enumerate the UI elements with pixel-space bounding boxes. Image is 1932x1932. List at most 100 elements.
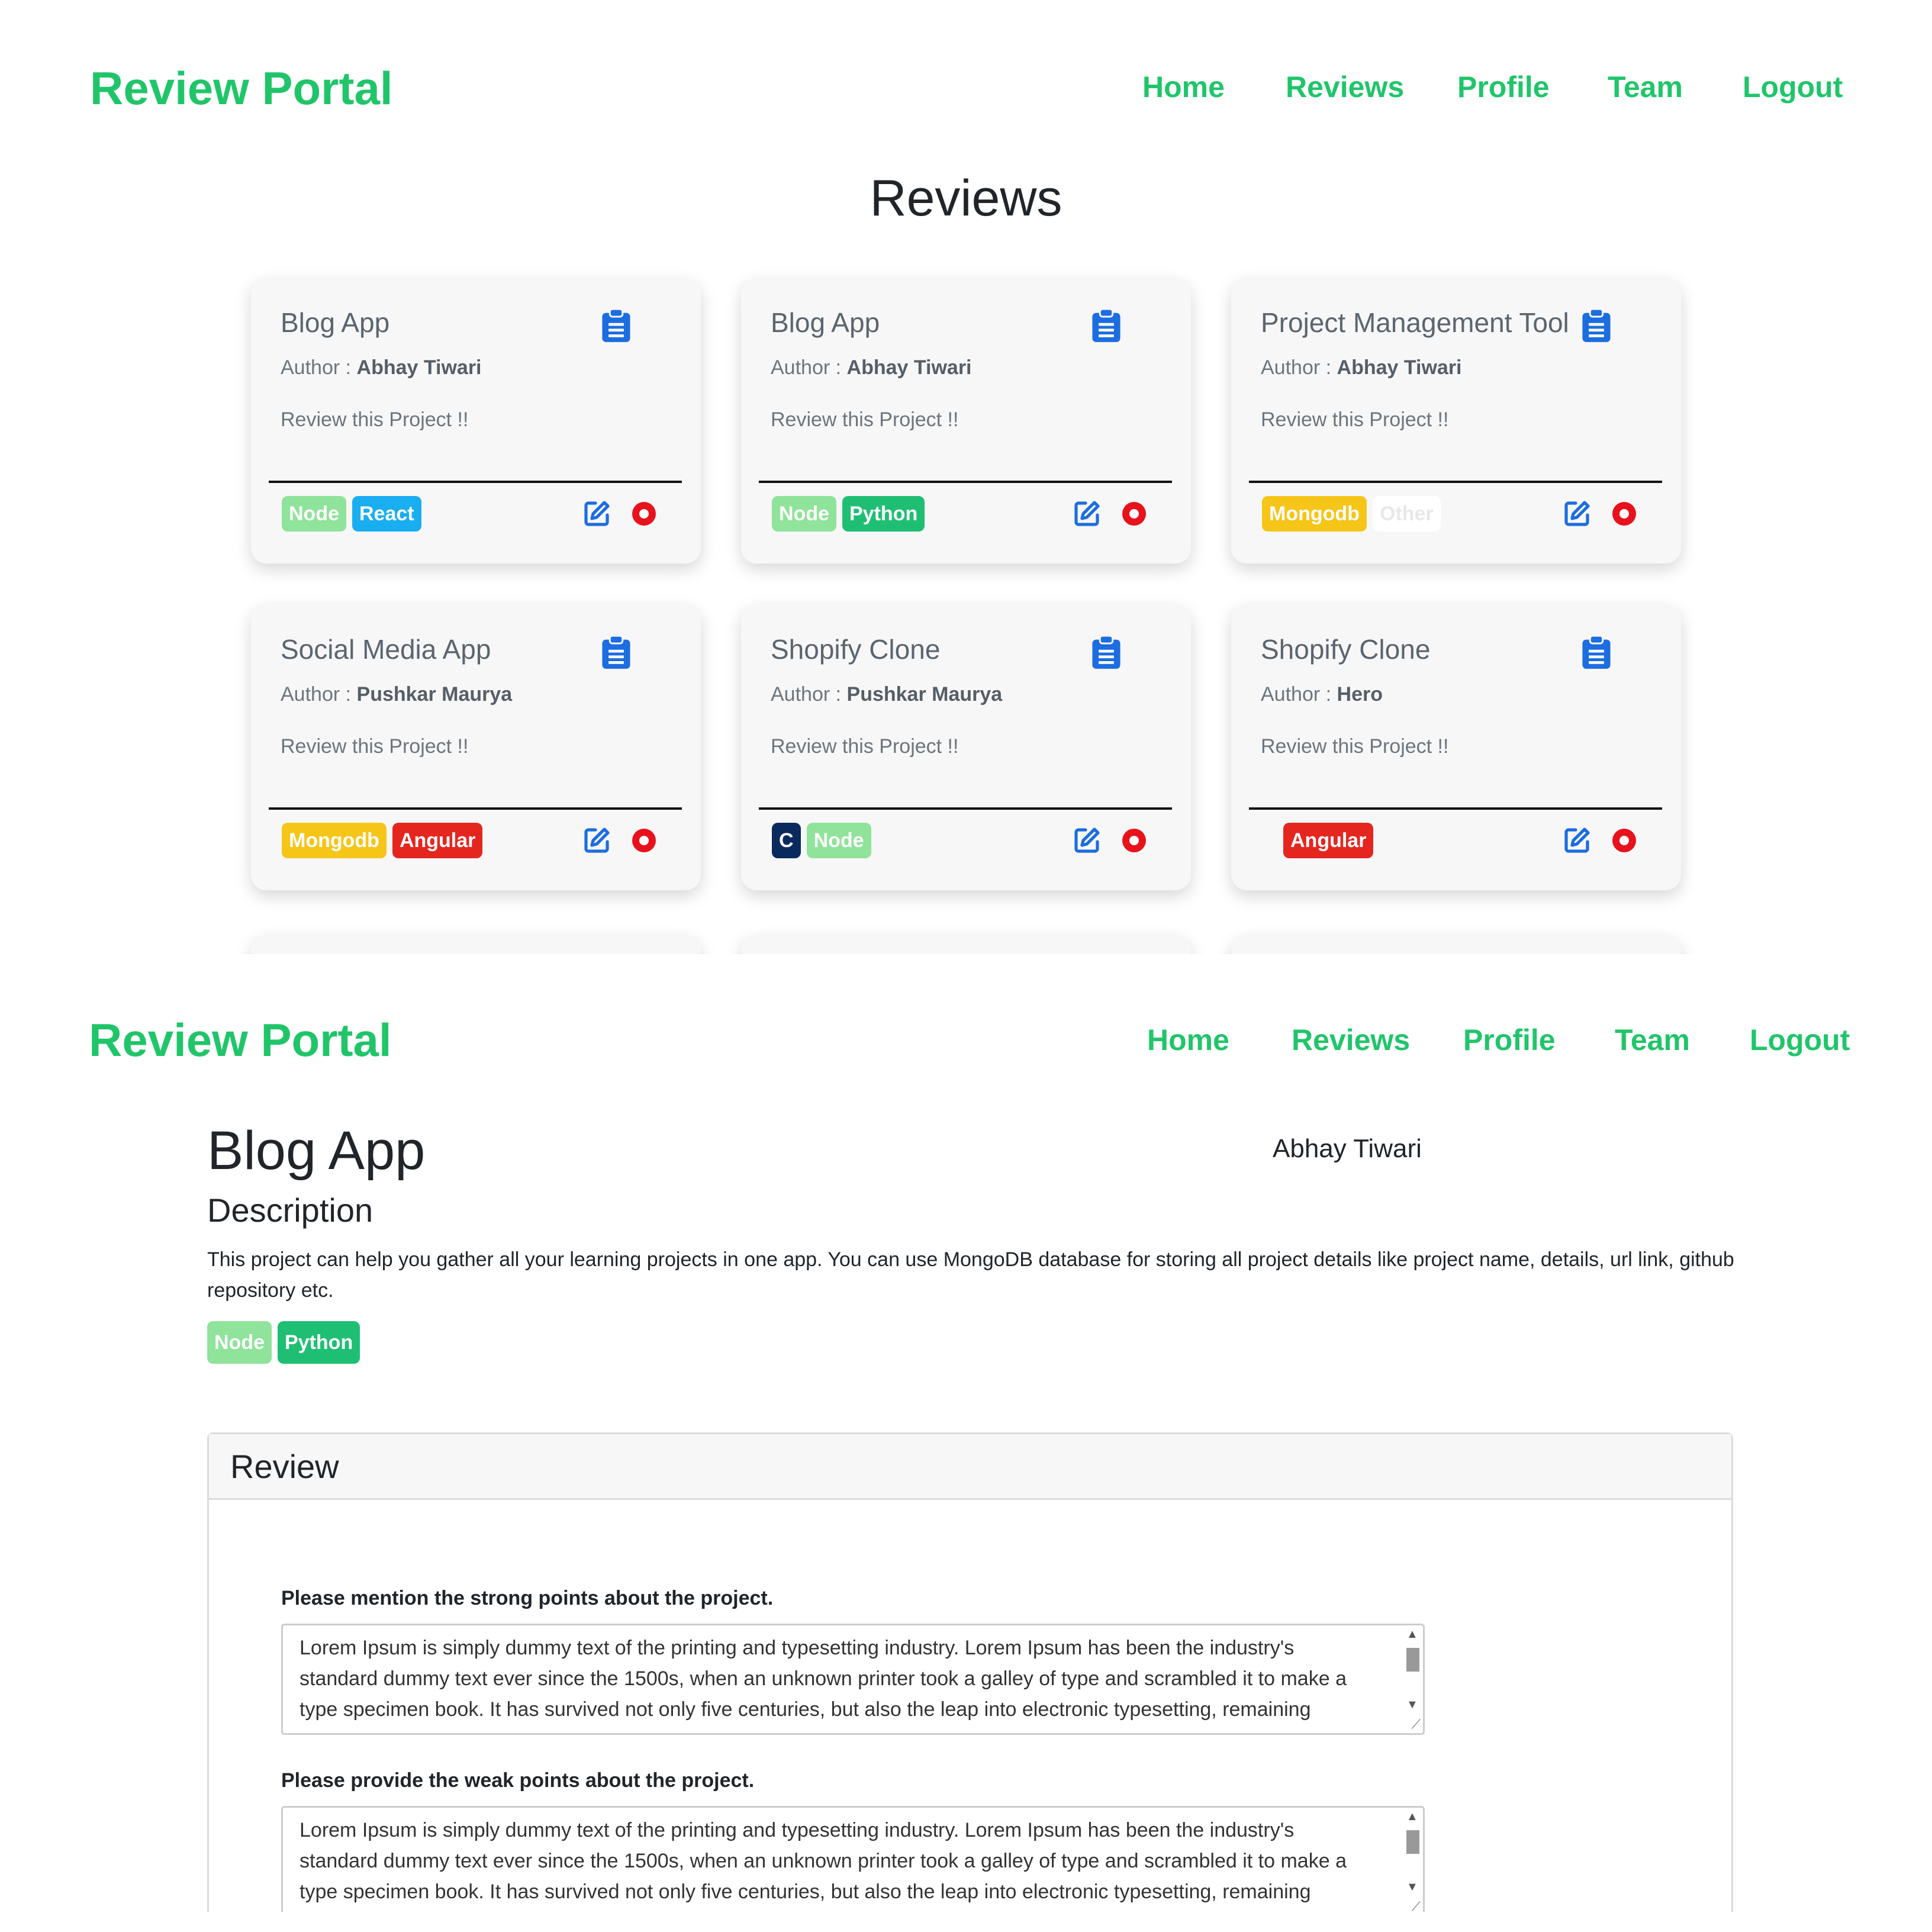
stop-icon[interactable]: [1120, 826, 1148, 855]
tag-badge: React: [352, 496, 421, 532]
stop-icon[interactable]: [1610, 500, 1638, 528]
card-tags: C Node: [772, 823, 871, 858]
clipboard-icon[interactable]: [1090, 635, 1122, 670]
edit-icon[interactable]: [1563, 826, 1591, 855]
card-divider: [1249, 481, 1662, 483]
review-card-partial: [741, 935, 1191, 954]
nav-team[interactable]: Team: [1615, 1023, 1690, 1057]
card-divider: [269, 807, 682, 810]
reviews-screen: Review Portal Home Reviews Profile Team …: [0, 0, 1932, 954]
review-prompt[interactable]: Review this Project !!: [771, 735, 958, 758]
nav-reviews[interactable]: Reviews: [1292, 1023, 1410, 1057]
review-card[interactable]: Shopify Clone Author : Hero Review this …: [1231, 605, 1681, 890]
stop-icon[interactable]: [1120, 500, 1148, 528]
edit-icon[interactable]: [1073, 826, 1101, 855]
nav-logout[interactable]: Logout: [1743, 70, 1843, 104]
card-author: Author : Abhay Tiwari: [1261, 356, 1462, 379]
scrollbar-thumb[interactable]: [1406, 1648, 1419, 1672]
card-title[interactable]: Social Media App: [281, 633, 491, 665]
card-title[interactable]: Project Management Tool: [1261, 307, 1569, 339]
nav-home[interactable]: Home: [1142, 70, 1225, 104]
card-tags: Node Python: [772, 496, 925, 532]
review-prompt[interactable]: Review this Project !!: [281, 408, 468, 432]
stop-icon[interactable]: [630, 826, 658, 855]
card-title[interactable]: Shopify Clone: [1261, 633, 1430, 665]
card-title[interactable]: Blog App: [281, 307, 389, 339]
author-prefix: Author :: [771, 683, 847, 706]
tag-badge: Python: [842, 496, 925, 532]
review-prompt[interactable]: Review this Project !!: [1261, 408, 1448, 432]
card-tags: Mongodb Angular: [282, 823, 483, 858]
stop-icon[interactable]: [630, 500, 658, 528]
author-name: Hero: [1337, 683, 1383, 706]
clipboard-icon[interactable]: [600, 308, 632, 343]
edit-icon[interactable]: [582, 500, 611, 528]
scroll-down-icon[interactable]: ▼: [1406, 1881, 1418, 1894]
strong-points-label: Please mention the strong points about t…: [281, 1587, 774, 1609]
tag-badge: Angular: [392, 823, 483, 858]
tag-badge: Mongodb: [1262, 496, 1367, 532]
brand-logo[interactable]: Review Portal: [89, 1013, 392, 1067]
review-prompt[interactable]: Review this Project !!: [771, 408, 958, 432]
review-card[interactable]: Shopify Clone Author : Pushkar Maurya Re…: [741, 605, 1191, 890]
textarea-scrollbar[interactable]: ▲ ▼: [1402, 1808, 1423, 1912]
scroll-up-icon[interactable]: ▲: [1406, 1810, 1418, 1824]
review-form-card: Review Please mention the strong points …: [207, 1432, 1733, 1912]
author-name: Pushkar Maurya: [356, 683, 513, 706]
brand-logo[interactable]: Review Portal: [90, 62, 393, 115]
card-divider: [759, 481, 1172, 483]
edit-icon[interactable]: [1073, 500, 1101, 528]
description-heading: Description: [207, 1192, 373, 1229]
tag-badge: Node: [806, 823, 871, 858]
nav-logout[interactable]: Logout: [1750, 1023, 1850, 1057]
nav-profile[interactable]: Profile: [1463, 1023, 1556, 1057]
edit-icon[interactable]: [582, 826, 611, 855]
scroll-up-icon[interactable]: ▲: [1406, 1628, 1418, 1641]
clipboard-icon[interactable]: [1580, 635, 1612, 670]
card-author: Author : Pushkar Maurya: [771, 683, 1002, 706]
review-card[interactable]: Social Media App Author : Pushkar Maurya…: [251, 605, 701, 890]
stop-icon[interactable]: [1610, 826, 1638, 855]
review-card-header: Review: [209, 1434, 1731, 1500]
card-author: Author : Abhay Tiwari: [281, 356, 482, 379]
card-tags: Mongodb Other: [1262, 496, 1441, 532]
review-prompt[interactable]: Review this Project !!: [1261, 735, 1448, 758]
scroll-down-icon[interactable]: ▼: [1406, 1698, 1418, 1712]
card-title[interactable]: Shopify Clone: [771, 633, 940, 665]
nav-profile[interactable]: Profile: [1457, 70, 1550, 104]
author-name: Abhay Tiwari: [1337, 356, 1462, 379]
review-card[interactable]: Blog App Author : Abhay Tiwari Review th…: [741, 278, 1191, 564]
nav-home[interactable]: Home: [1147, 1023, 1229, 1057]
card-tags: Angular: [1283, 823, 1374, 858]
nav-reviews[interactable]: Reviews: [1286, 70, 1404, 104]
resize-handle-icon[interactable]: ⟋: [1412, 1899, 1421, 1912]
tag-badge: Node: [282, 496, 346, 532]
page-title: Reviews: [870, 170, 1062, 227]
clipboard-icon[interactable]: [1580, 308, 1612, 343]
strong-points-textarea[interactable]: Lorem Ipsum is simply dummy text of the …: [281, 1624, 1425, 1735]
review-card[interactable]: Blog App Author : Abhay Tiwari Review th…: [251, 278, 701, 564]
card-title[interactable]: Blog App: [771, 307, 880, 339]
edit-icon[interactable]: [1563, 500, 1591, 528]
nav-team[interactable]: Team: [1608, 70, 1683, 104]
review-prompt[interactable]: Review this Project !!: [281, 735, 468, 758]
tag-badge: Node: [772, 496, 836, 532]
author-prefix: Author :: [1261, 356, 1337, 379]
card-tags: Node React: [282, 496, 421, 532]
author-prefix: Author :: [281, 356, 357, 379]
tag-badge: Angular: [1283, 823, 1374, 858]
author-prefix: Author :: [1261, 683, 1337, 706]
review-card[interactable]: Project Management Tool Author : Abhay T…: [1231, 278, 1681, 564]
scrollbar-thumb[interactable]: [1406, 1830, 1419, 1854]
card-author: Author : Abhay Tiwari: [771, 356, 972, 379]
textarea-value: Lorem Ipsum is simply dummy text of the …: [300, 1819, 1347, 1903]
project-description: This project can help you gather all you…: [207, 1248, 1734, 1302]
clipboard-icon[interactable]: [600, 635, 632, 670]
weak-points-textarea[interactable]: Lorem Ipsum is simply dummy text of the …: [281, 1806, 1425, 1912]
card-divider: [759, 807, 1172, 810]
project-tags: Node Python: [207, 1321, 360, 1364]
textarea-value: Lorem Ipsum is simply dummy text of the …: [300, 1637, 1347, 1721]
resize-handle-icon[interactable]: ⟋: [1412, 1717, 1421, 1732]
clipboard-icon[interactable]: [1090, 308, 1122, 343]
author-name: Abhay Tiwari: [356, 356, 482, 379]
